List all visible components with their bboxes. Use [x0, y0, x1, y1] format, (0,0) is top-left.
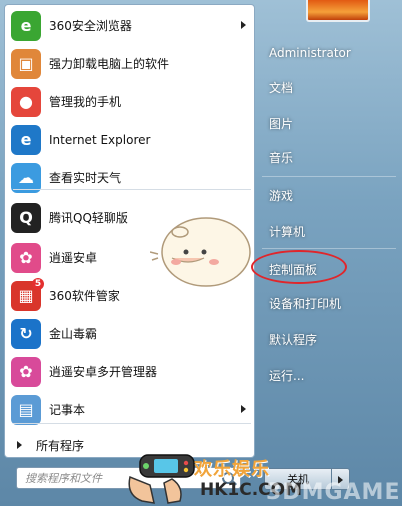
- user-name-link[interactable]: Administrator: [264, 40, 398, 66]
- program-list-separator: [13, 423, 251, 424]
- program-item[interactable]: ✿ 逍遥安卓多开管理器: [7, 353, 252, 390]
- uninstall-icon: ▣: [11, 48, 41, 79]
- kingsoft-antivirus-icon: ↻: [11, 318, 41, 349]
- right-menu-label: 游戏: [269, 188, 294, 203]
- program-label: 360安全浏览器: [49, 19, 132, 33]
- program-label: Internet Explorer: [49, 132, 151, 147]
- right-menu-label: 设备和打印机: [269, 296, 342, 311]
- right-separator: [262, 176, 396, 177]
- gamepad-hand-icon: [128, 454, 195, 504]
- program-item[interactable]: ↻ 金山毒霸: [7, 315, 252, 352]
- program-item[interactable]: e 360安全浏览器: [7, 7, 252, 44]
- mascot-sticker-icon: [150, 217, 251, 287]
- weather-icon: ☁: [11, 162, 41, 193]
- right-menu-label: 图片: [269, 116, 294, 131]
- right-menu-label: 运行...: [269, 368, 305, 383]
- program-label: 记事本: [49, 403, 86, 417]
- watermark-cn: 欢乐娱乐: [194, 459, 270, 480]
- program-label: 逍遥安卓: [49, 251, 98, 265]
- update-count-badge: 5: [32, 277, 44, 290]
- right-menu-item[interactable]: 图片: [264, 110, 398, 136]
- control-panel-highlight-ring: [251, 250, 347, 284]
- program-item[interactable]: ▣ 强力卸载电脑上的软件: [7, 45, 252, 82]
- right-menu-label: 音乐: [269, 150, 294, 165]
- program-label: 查看实时天气: [49, 171, 122, 185]
- right-menu-item[interactable]: 设备和打印机: [264, 290, 398, 316]
- internet-explorer-icon: e: [11, 124, 41, 155]
- user-name-label: Administrator: [269, 46, 351, 60]
- program-label: 360软件管家: [49, 289, 120, 303]
- 360-software-manager-icon: ▦ 5: [11, 277, 44, 311]
- program-list-separator: [13, 189, 251, 190]
- right-menu-label: 默认程序: [269, 332, 318, 347]
- program-item[interactable]: ☁ 查看实时天气: [7, 159, 252, 196]
- right-menu-label: 文档: [269, 80, 294, 95]
- right-menu-label: 计算机: [269, 224, 306, 239]
- qq-icon: Q: [11, 202, 41, 233]
- expand-arrow-icon: [17, 441, 22, 449]
- watermark-brand: 3DMGAME: [266, 480, 401, 505]
- start-menu: e 360安全浏览器 ▣ 强力卸载电脑上的软件 ● 管理我的手机 e Internet Exp…: [0, 0, 402, 506]
- program-label: 金山毒霸: [49, 327, 98, 341]
- program-item[interactable]: ● 管理我的手机: [7, 83, 252, 120]
- all-programs-label: 所有程序: [36, 438, 85, 453]
- xiaoyao-multi-manager-icon: ✿: [11, 356, 41, 387]
- right-menu-item[interactable]: 游戏: [264, 182, 398, 208]
- search-placeholder: 搜索程序和文件: [25, 472, 102, 485]
- program-label: 逍遥安卓多开管理器: [49, 365, 158, 379]
- submenu-arrow-icon: [241, 21, 246, 29]
- right-menu-item[interactable]: 音乐: [264, 144, 398, 170]
- right-menu-item[interactable]: 默认程序: [264, 326, 398, 352]
- submenu-arrow-icon: [241, 405, 246, 413]
- xiaoyao-android-icon: ✿: [11, 242, 41, 273]
- phone-manager-icon: ●: [11, 86, 41, 117]
- program-label: 管理我的手机: [49, 95, 122, 109]
- right-menu-item[interactable]: 运行...: [264, 362, 398, 388]
- right-separator: [262, 248, 396, 249]
- program-label: 强力卸载电脑上的软件: [49, 57, 170, 71]
- right-menu-item[interactable]: 文档: [264, 74, 398, 100]
- right-menu-item[interactable]: 计算机: [264, 218, 398, 244]
- 360-browser-icon: e: [11, 10, 41, 41]
- notepad-icon: ▤: [11, 394, 41, 425]
- program-item[interactable]: e Internet Explorer: [7, 121, 252, 158]
- program-label: 腾讯QQ轻聊版: [49, 211, 128, 225]
- user-avatar[interactable]: [306, 0, 370, 22]
